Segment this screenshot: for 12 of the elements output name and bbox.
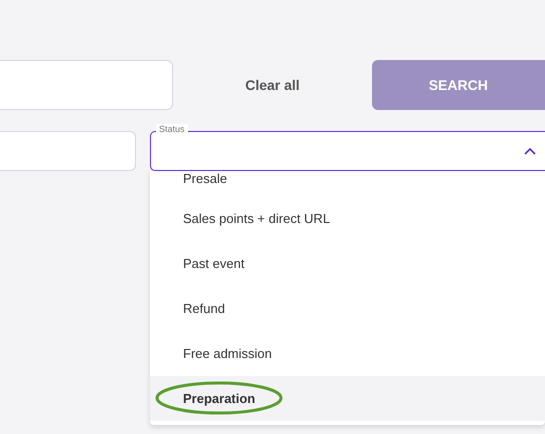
status-option[interactable]: Sales points + direct URL [150, 196, 545, 241]
status-option[interactable]: Past event [150, 241, 545, 286]
chevron-icon [524, 147, 536, 155]
status-option[interactable]: Presale [150, 171, 545, 196]
status-option[interactable]: Preparation [150, 376, 545, 421]
status-option[interactable]: Free admission [150, 331, 545, 376]
status-label: Status [156, 124, 188, 134]
status-dropdown[interactable] [150, 131, 545, 171]
clear-all-button[interactable]: Clear all [173, 77, 372, 93]
text-input-field[interactable] [0, 60, 174, 110]
text-input-field[interactable] [0, 131, 136, 171]
status-option[interactable]: Refund [150, 286, 545, 331]
